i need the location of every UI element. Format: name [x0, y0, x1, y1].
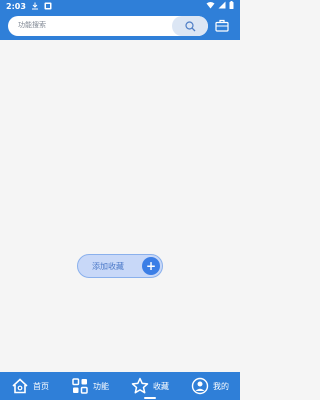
tab-home-label: 首页 — [33, 381, 49, 391]
plus-icon[interactable]: + — [142, 257, 160, 275]
tab-functions[interactable]: 功能 — [60, 372, 120, 400]
user-icon — [191, 377, 209, 395]
home-icon — [11, 377, 29, 395]
bottom-tab-bar: 首页 功能 收藏 我的 — [0, 372, 240, 400]
search-input[interactable]: 功能搜索 — [18, 20, 46, 30]
status-bar: 2:03 — [0, 0, 240, 12]
header-bar: 功能搜索 — [0, 12, 240, 40]
briefcase-button[interactable] — [214, 18, 230, 34]
favorites-content — [0, 40, 240, 372]
tab-home[interactable]: 首页 — [0, 372, 60, 400]
download-icon — [31, 2, 39, 10]
tab-favorites-label: 收藏 — [153, 381, 169, 391]
tab-mine-label: 我的 — [213, 381, 229, 391]
notification-icon — [44, 2, 52, 10]
tab-favorites[interactable]: 收藏 — [120, 372, 180, 400]
status-time: 2:03 — [6, 1, 26, 11]
briefcase-icon — [215, 17, 229, 36]
battery-icon — [229, 1, 234, 11]
signal-icon — [218, 1, 226, 11]
search-box[interactable]: 功能搜索 — [8, 16, 208, 36]
wifi-icon — [206, 1, 215, 11]
selected-tab-indicator — [144, 397, 156, 399]
search-icon — [184, 17, 196, 36]
grid-icon — [71, 377, 89, 395]
star-icon — [131, 377, 149, 395]
tab-mine[interactable]: 我的 — [180, 372, 240, 400]
add-favorite-button[interactable]: 添加收藏 + — [77, 254, 163, 278]
search-button[interactable] — [172, 16, 208, 36]
tab-functions-label: 功能 — [93, 381, 109, 391]
add-favorite-label: 添加收藏 — [92, 262, 124, 271]
